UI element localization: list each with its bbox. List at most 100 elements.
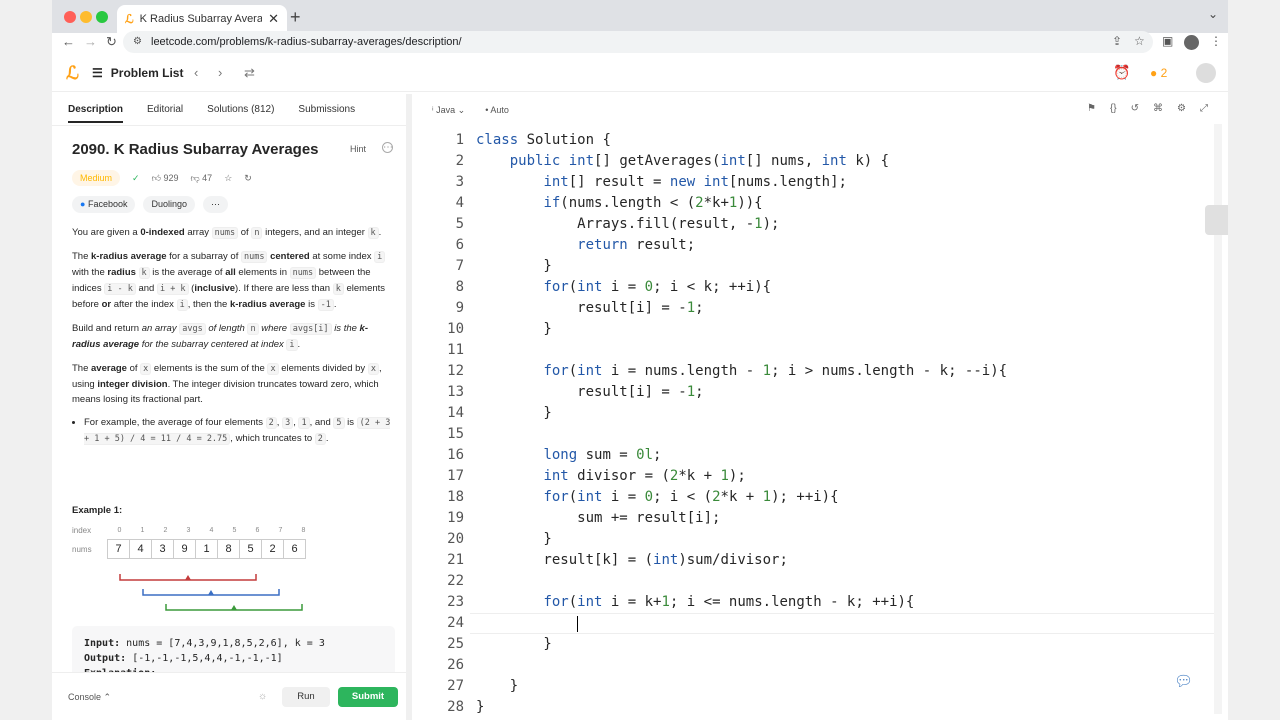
code-text: }	[476, 321, 552, 337]
auto-mode-toggle[interactable]: • Auto	[485, 105, 509, 115]
line-number: 27	[447, 678, 464, 694]
tab-description[interactable]: Description	[68, 104, 124, 123]
favorite-star-icon[interactable]: ☆	[224, 173, 232, 184]
code-text: result[k] = (int)sum/divisor;	[476, 552, 788, 568]
leetcode-header: ℒ ☰ Problem List ‹ › ⇄ ⏰ ● 2	[52, 55, 1228, 92]
maximize-window-button[interactable]	[96, 11, 108, 23]
line-number: 16	[447, 447, 464, 463]
line-number: 13	[447, 384, 464, 400]
mode-label: Auto	[490, 105, 509, 115]
code-area[interactable]: 1 class Solution { 2 public int[] getAver…	[418, 130, 1220, 720]
line-number: 24	[447, 615, 464, 631]
index-value: 3	[186, 527, 191, 534]
desc-list: For example, the average of four element…	[72, 415, 392, 447]
reset-icon[interactable]: ↺	[1131, 103, 1139, 114]
tab-submissions[interactable]: Submissions	[298, 104, 355, 115]
user-avatar[interactable]	[1196, 63, 1216, 83]
text-caret	[577, 616, 579, 632]
green-bracket	[165, 604, 303, 611]
prev-problem-icon[interactable]: ‹	[194, 65, 198, 80]
site-info-icon[interactable]: ⚙	[133, 31, 142, 53]
bookmark-star-icon[interactable]: ☆	[1134, 34, 1145, 48]
like-button[interactable]: 👍︎ 929	[152, 173, 179, 184]
more-companies-button[interactable]: ⋯	[203, 196, 229, 213]
line-number: 22	[447, 573, 464, 589]
submit-button[interactable]: Submit	[338, 687, 398, 707]
debug-icon[interactable]: ☼	[258, 691, 267, 702]
shortcuts-icon[interactable]: ⌘	[1153, 103, 1163, 114]
forward-icon[interactable]: →	[84, 34, 97, 49]
shuffle-icon[interactable]: ⇄	[244, 65, 255, 81]
desc-paragraph: The average of x elements is the sum of …	[72, 363, 382, 405]
hint-button[interactable]: Hint	[350, 144, 366, 154]
tab-editorial[interactable]: Editorial	[147, 104, 183, 115]
line-number: 3	[455, 174, 464, 190]
browser-menu-icon[interactable]: ⋮	[1210, 34, 1222, 48]
language-select[interactable]: ⁱ Java ⌄	[432, 105, 465, 116]
profile-avatar[interactable]	[1184, 35, 1199, 50]
line-number: 7	[455, 258, 464, 274]
company-tags: ● Facebook Duolingo ⋯	[72, 196, 229, 213]
flame-icon: ●	[1150, 66, 1158, 80]
url-field[interactable]: ⚙ leetcode.com/problems/k-radius-subarra…	[123, 31, 1153, 53]
likes-count: 929	[163, 172, 179, 183]
settings-gear-icon[interactable]: ⚙	[1177, 103, 1186, 114]
tab-solutions[interactable]: Solutions (812)	[207, 104, 274, 115]
chevron-up-icon: ⌃	[103, 692, 112, 702]
sidebar-icon[interactable]: ▣	[1162, 34, 1173, 48]
dislike-button[interactable]: 👎︎ 47	[191, 173, 213, 184]
problem-list-label: Problem List	[110, 66, 184, 80]
share-icon[interactable]: ⇪	[1112, 34, 1122, 48]
input-label: Input:	[84, 638, 121, 649]
share-icon[interactable]: ↻	[244, 173, 252, 184]
example-input-line: Input: nums = [7,4,3,9,1,8,5,2,6], k = 3	[84, 636, 383, 651]
tab-menu-chevron-icon[interactable]: ⌄	[1208, 7, 1218, 21]
output-label: Output:	[84, 653, 127, 664]
example-output-line: Output: [-1,-1,-1,5,4,4,-1,-1,-1]	[84, 651, 383, 666]
more-icon[interactable]: ⋯	[382, 142, 393, 153]
line-number: 6	[455, 237, 464, 253]
blue-bracket	[142, 589, 280, 596]
expand-icon[interactable]: ⤢	[1200, 103, 1208, 114]
streak-count: 2	[1160, 66, 1168, 80]
line-number: 2	[455, 153, 464, 169]
desc-paragraph: The k-radius average for a subarray of n…	[72, 251, 386, 311]
company-chip-duolingo[interactable]: Duolingo	[143, 196, 196, 213]
code-text: for(int i = nums.length - 1; i > nums.le…	[543, 363, 1008, 379]
console-toggle[interactable]: Console ⌃	[68, 692, 111, 703]
browser-window: ℒ K Radius Subarray Averages - L ✕ + ⌄ ←…	[52, 0, 1228, 720]
index-value: 6	[255, 527, 260, 534]
close-window-button[interactable]	[64, 11, 76, 23]
problem-list-button[interactable]: ☰ Problem List	[92, 66, 183, 80]
bookmark-icon[interactable]: ⚑	[1087, 103, 1096, 114]
streak-counter[interactable]: ● 2	[1150, 66, 1167, 80]
chat-feedback-icon[interactable]: 💬︎	[1174, 672, 1200, 694]
line-number: 26	[447, 657, 464, 673]
desc-paragraph: You are given a 0-indexed array nums of …	[72, 227, 382, 239]
chevron-down-icon: ⌄	[457, 104, 466, 115]
back-icon[interactable]: ←	[62, 34, 75, 49]
format-braces-icon[interactable]: {}	[1110, 103, 1117, 114]
line-number: 14	[447, 405, 464, 421]
line-number: 8	[455, 279, 464, 295]
code-text: for(int i = k+1; i <= nums.length - k; +…	[543, 594, 915, 610]
company-chip-facebook[interactable]: ● Facebook	[72, 196, 136, 213]
red-bracket	[119, 574, 257, 581]
tab-close-icon[interactable]: ✕	[268, 11, 279, 27]
run-button[interactable]: Run	[282, 687, 330, 707]
index-value: 4	[209, 527, 214, 534]
index-label: index	[72, 526, 92, 535]
facebook-icon: ●	[80, 199, 86, 209]
new-tab-icon[interactable]: +	[290, 7, 301, 28]
url-text: leetcode.com/problems/k-radius-subarray-…	[151, 36, 462, 48]
browser-tab[interactable]: ℒ K Radius Subarray Averages - L ✕	[117, 5, 287, 33]
next-problem-icon[interactable]: ›	[218, 65, 222, 80]
reload-icon[interactable]: ↻	[106, 34, 117, 50]
side-panel-tab[interactable]	[1205, 205, 1228, 235]
line-number: 28	[447, 699, 464, 715]
leetcode-logo-icon[interactable]: ℒ	[66, 63, 79, 84]
minimize-window-button[interactable]	[80, 11, 92, 23]
timer-icon[interactable]: ⏰	[1113, 64, 1130, 81]
line-number: 23	[447, 594, 464, 610]
index-value: 8	[301, 527, 306, 534]
